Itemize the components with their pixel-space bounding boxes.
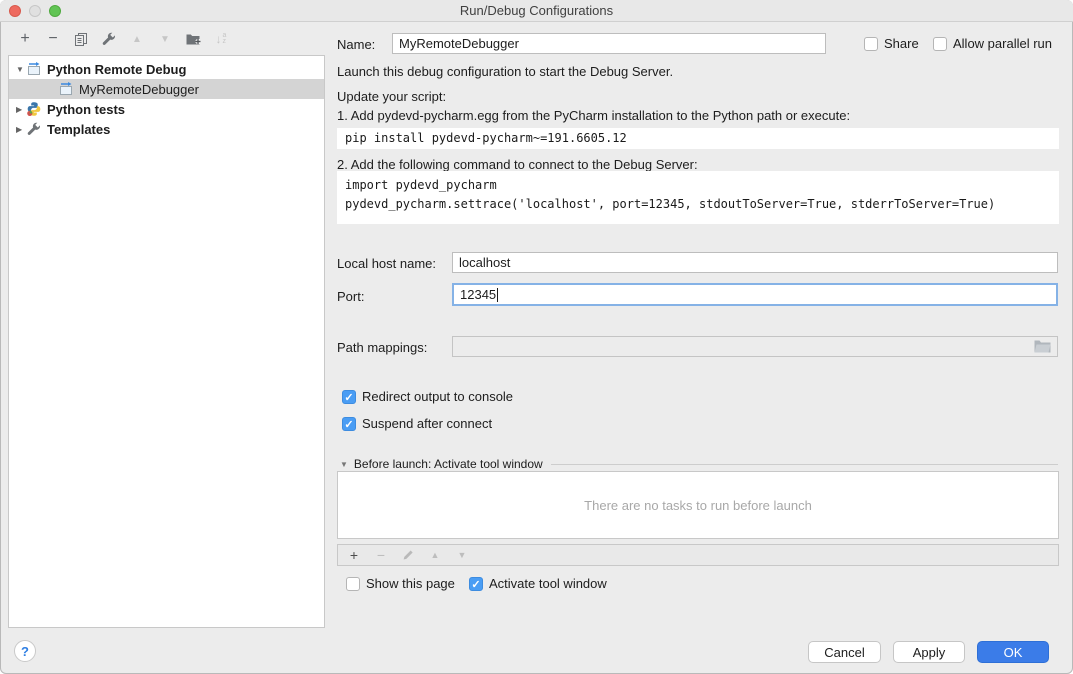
pencil-icon xyxy=(401,548,415,562)
configurations-toolbar: + − ▲ ▼ ↓ az xyxy=(17,31,229,47)
wrench-icon xyxy=(26,121,42,137)
intro-text: Launch this debug configuration to start… xyxy=(337,64,673,79)
copy-icon xyxy=(73,31,89,47)
zoom-button[interactable] xyxy=(49,5,61,17)
local-host-name-label: Local host name: xyxy=(337,256,436,271)
port-input[interactable]: 12345 xyxy=(452,283,1058,306)
suspend-after-connect-checkbox[interactable] xyxy=(342,417,356,431)
up-triangle-icon: ▲ xyxy=(431,550,440,560)
window-title: Run/Debug Configurations xyxy=(460,3,613,18)
code-line: pydevd_pycharm.settrace('localhost', por… xyxy=(345,195,1051,214)
run-debug-configurations-dialog: Run/Debug Configurations + − ▲ ▼ xyxy=(0,0,1073,674)
name-input[interactable]: MyRemoteDebugger xyxy=(392,33,826,54)
sort-configurations-button[interactable]: ↓ az xyxy=(213,31,229,47)
show-this-page-label: Show this page xyxy=(366,576,455,591)
activate-tool-window-option: Activate tool window xyxy=(469,576,607,591)
add-configuration-button[interactable]: + xyxy=(17,31,33,47)
title-bar: Run/Debug Configurations xyxy=(0,0,1073,22)
tree-item-label: Templates xyxy=(47,122,110,137)
move-task-up-button[interactable]: ▲ xyxy=(428,547,442,563)
share-label: Share xyxy=(884,36,919,51)
show-this-page-option: Show this page xyxy=(346,576,455,591)
tree-item-python-remote-debug[interactable]: ▼ Python Remote Debug xyxy=(9,59,324,79)
before-launch-header: ▼ Before launch: Activate tool window xyxy=(340,457,1058,471)
activate-tool-window-label: Activate tool window xyxy=(489,576,607,591)
tree-item-python-tests[interactable]: ▶ Python tests xyxy=(9,99,324,119)
allow-parallel-run-label: Allow parallel run xyxy=(953,36,1052,51)
move-down-button[interactable]: ▼ xyxy=(157,31,173,47)
edit-task-button[interactable] xyxy=(401,547,415,563)
show-this-page-checkbox[interactable] xyxy=(346,577,360,591)
tree-item-label: MyRemoteDebugger xyxy=(79,82,199,97)
folder-plus-icon xyxy=(185,31,201,47)
code-line: import pydevd_pycharm xyxy=(345,176,1051,195)
name-label: Name: xyxy=(337,37,375,52)
sort-arrow-icon: ↓ xyxy=(216,32,222,46)
help-button[interactable]: ? xyxy=(14,640,36,662)
new-folder-button[interactable] xyxy=(185,31,201,47)
cancel-button[interactable]: Cancel xyxy=(808,641,881,663)
edit-templates-button[interactable] xyxy=(101,31,117,47)
step2-text: 2. Add the following command to connect … xyxy=(337,157,698,172)
python-tests-icon xyxy=(26,101,42,117)
folder-icon xyxy=(1034,340,1051,353)
port-value: 12345 xyxy=(460,287,496,302)
tree-item-templates[interactable]: ▶ Templates xyxy=(9,119,324,139)
tree-item-myremotedebugger[interactable]: MyRemoteDebugger xyxy=(9,79,324,99)
redirect-output-checkbox[interactable] xyxy=(342,390,356,404)
suspend-after-connect-label: Suspend after connect xyxy=(362,416,492,431)
allow-parallel-run-checkbox[interactable] xyxy=(933,37,947,51)
before-launch-twisty-icon[interactable]: ▼ xyxy=(340,460,348,469)
question-icon: ? xyxy=(21,644,29,659)
step1-text: 1. Add pydevd-pycharm.egg from the PyCha… xyxy=(337,108,850,123)
down-triangle-icon: ▼ xyxy=(458,550,467,560)
before-launch-title: Before launch: Activate tool window xyxy=(354,457,543,471)
local-host-name-value: localhost xyxy=(459,255,510,270)
add-task-button[interactable]: + xyxy=(347,547,361,563)
wrench-icon xyxy=(101,31,117,47)
ok-button[interactable]: OK xyxy=(977,641,1049,663)
redirect-output-option: Redirect output to console xyxy=(342,389,513,404)
remove-configuration-button[interactable]: − xyxy=(45,31,61,47)
allow-parallel-run-option: Allow parallel run xyxy=(933,36,1052,51)
text-caret xyxy=(497,288,498,302)
move-up-button[interactable]: ▲ xyxy=(129,31,145,47)
name-value: MyRemoteDebugger xyxy=(399,36,519,51)
close-button[interactable] xyxy=(9,5,21,17)
apply-button[interactable]: Apply xyxy=(893,641,965,663)
share-checkbox[interactable] xyxy=(864,37,878,51)
up-triangle-icon: ▲ xyxy=(132,34,142,45)
copy-configuration-button[interactable] xyxy=(73,31,89,47)
port-label: Port: xyxy=(337,289,364,304)
browse-button[interactable] xyxy=(1034,340,1051,353)
pip-install-code-block: pip install pydevd-pycharm~=191.6605.12 xyxy=(337,128,1059,149)
redirect-output-label: Redirect output to console xyxy=(362,389,513,404)
down-triangle-icon: ▼ xyxy=(160,34,170,45)
tree-item-label: Python Remote Debug xyxy=(47,62,186,77)
before-launch-task-list[interactable]: There are no tasks to run before launch xyxy=(337,471,1059,539)
update-script-text: Update your script: xyxy=(337,89,446,104)
settrace-code-block: import pydevd_pycharm pydevd_pycharm.set… xyxy=(337,171,1059,224)
move-task-down-button[interactable]: ▼ xyxy=(455,547,469,563)
share-option: Share xyxy=(864,36,919,51)
remote-debug-icon xyxy=(58,81,74,97)
code-line: pip install pydevd-pycharm~=191.6605.12 xyxy=(345,130,1051,147)
path-mappings-label: Path mappings: xyxy=(337,340,427,355)
expanded-twisty-icon[interactable]: ▼ xyxy=(9,65,23,74)
remote-debug-icon xyxy=(26,61,42,77)
minimize-button xyxy=(29,5,41,17)
before-launch-toolbar: + − ▲ ▼ xyxy=(337,544,1059,566)
configurations-tree: ▼ Python Remote Debug MyRemoteDebugger xyxy=(8,55,325,628)
suspend-after-connect-option: Suspend after connect xyxy=(342,416,492,431)
before-launch-empty-text: There are no tasks to run before launch xyxy=(584,498,812,513)
activate-tool-window-checkbox[interactable] xyxy=(469,577,483,591)
remove-task-button[interactable]: − xyxy=(374,547,388,563)
path-mappings-input[interactable] xyxy=(452,336,1058,357)
before-launch-divider xyxy=(551,464,1058,465)
tree-item-label: Python tests xyxy=(47,102,125,117)
local-host-name-input[interactable]: localhost xyxy=(452,252,1058,273)
collapsed-twisty-icon[interactable]: ▶ xyxy=(9,125,23,134)
sort-az-icon: az xyxy=(223,33,227,45)
collapsed-twisty-icon[interactable]: ▶ xyxy=(9,105,23,114)
